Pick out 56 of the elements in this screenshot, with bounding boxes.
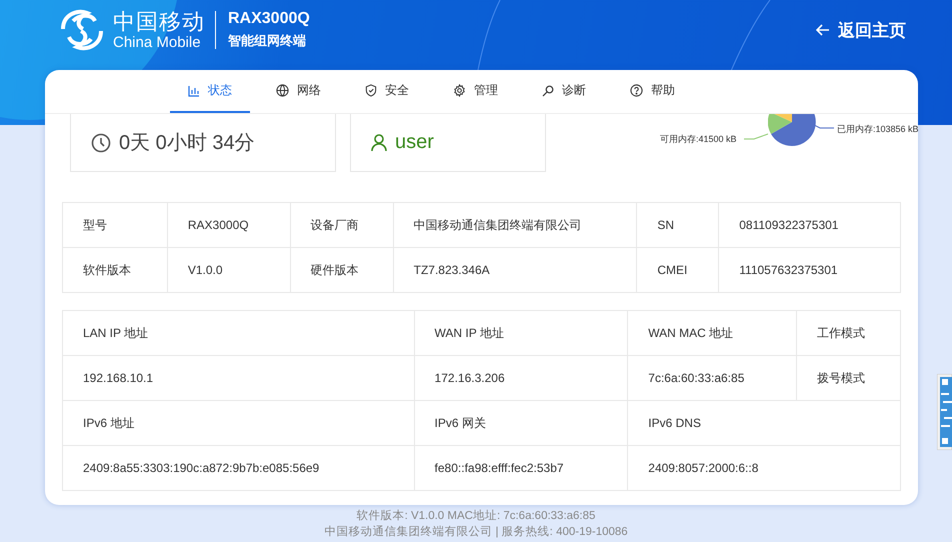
search-icon <box>542 84 554 96</box>
footer-text: 中国移动通信集团终端有限公司 | 服务热线: 400-19-10086 <box>324 524 628 540</box>
field-label: WAN IP 地址 <box>414 310 628 356</box>
field-label: 软件版本 <box>62 248 168 292</box>
field-label: LAN IP 地址 <box>62 310 414 356</box>
nav-tab[interactable]: 帮助 <box>612 70 693 113</box>
field-label: IPv6 网关 <box>414 400 628 446</box>
back-home-link[interactable]: 返回主页 <box>816 18 906 42</box>
table-cell: 中国移动通信集团终端有限公司 <box>393 202 637 248</box>
table-cell: 2409:8057:2000:6::8 <box>628 446 900 490</box>
table-cell: RAX3000Q <box>167 202 290 248</box>
clock-icon <box>91 132 111 152</box>
nav-tab[interactable]: 管理 <box>435 70 516 113</box>
field-label: WAN MAC 地址 <box>628 310 797 356</box>
brand-name-english: China Mobile <box>113 34 202 50</box>
field-label: IPv6 地址 <box>62 400 414 446</box>
nav-tab[interactable]: 状态 <box>170 70 250 113</box>
user-icon <box>371 134 387 152</box>
shield-icon <box>365 84 377 97</box>
table-cell: 2409:8a55:3303:190c:a872:9b7b:e085:56e9 <box>62 446 414 490</box>
table-cell: 7c:6a:60:33:a6:85 <box>628 356 797 400</box>
help-icon <box>630 84 643 97</box>
table-cell: fe80::fa98:efff:fec2:53b7 <box>414 446 628 490</box>
footer-text: 软件版本: V1.0.0 MAC地址: 7c:6a:60:33:a6:85 <box>356 508 596 524</box>
brand-name: 中国移动 <box>113 10 205 34</box>
memory-pie-chart <box>768 114 816 146</box>
qr-code-icon <box>937 374 952 450</box>
field-label: SN <box>636 202 719 248</box>
table-cell: 081109322375301 <box>718 202 900 248</box>
nav-tab[interactable]: 诊断 <box>524 70 604 113</box>
product-model: RAX3000Q <box>228 10 310 28</box>
table-cell: 172.16.3.206 <box>414 356 628 400</box>
uptime-value: 0天 0小时 34分 <box>119 131 255 156</box>
bar-chart-icon <box>188 84 200 96</box>
field-label: 硬件版本 <box>290 248 394 292</box>
leader-line <box>744 133 770 141</box>
nav-tab[interactable]: 安全 <box>347 70 427 113</box>
globe-icon <box>276 84 289 97</box>
field-label: 型号 <box>62 202 168 248</box>
field-label: 工作模式 <box>796 310 900 356</box>
table-cell: 拨号模式 <box>796 356 900 400</box>
field-label: 设备厂商 <box>290 202 394 248</box>
table-cell: TZ7.823.346A <box>393 248 637 292</box>
memory-free-label: 可用内存:41500 kB <box>660 133 737 146</box>
nav-tab[interactable]: 网络 <box>258 70 339 113</box>
memory-used-label: 已用内存:103856 kB <box>837 123 918 136</box>
field-label: IPv6 DNS <box>628 400 900 446</box>
product-subtitle: 智能组网终端 <box>228 32 307 50</box>
table-cell: V1.0.0 <box>167 248 290 292</box>
account-name: user <box>395 131 434 154</box>
table-cell: 111057632375301 <box>718 248 900 292</box>
field-label: CMEI <box>636 248 719 292</box>
table-cell: 192.168.10.1 <box>62 356 414 400</box>
arrow-left-icon <box>816 24 830 36</box>
settings-icon <box>453 84 466 97</box>
leader-line <box>812 123 834 131</box>
